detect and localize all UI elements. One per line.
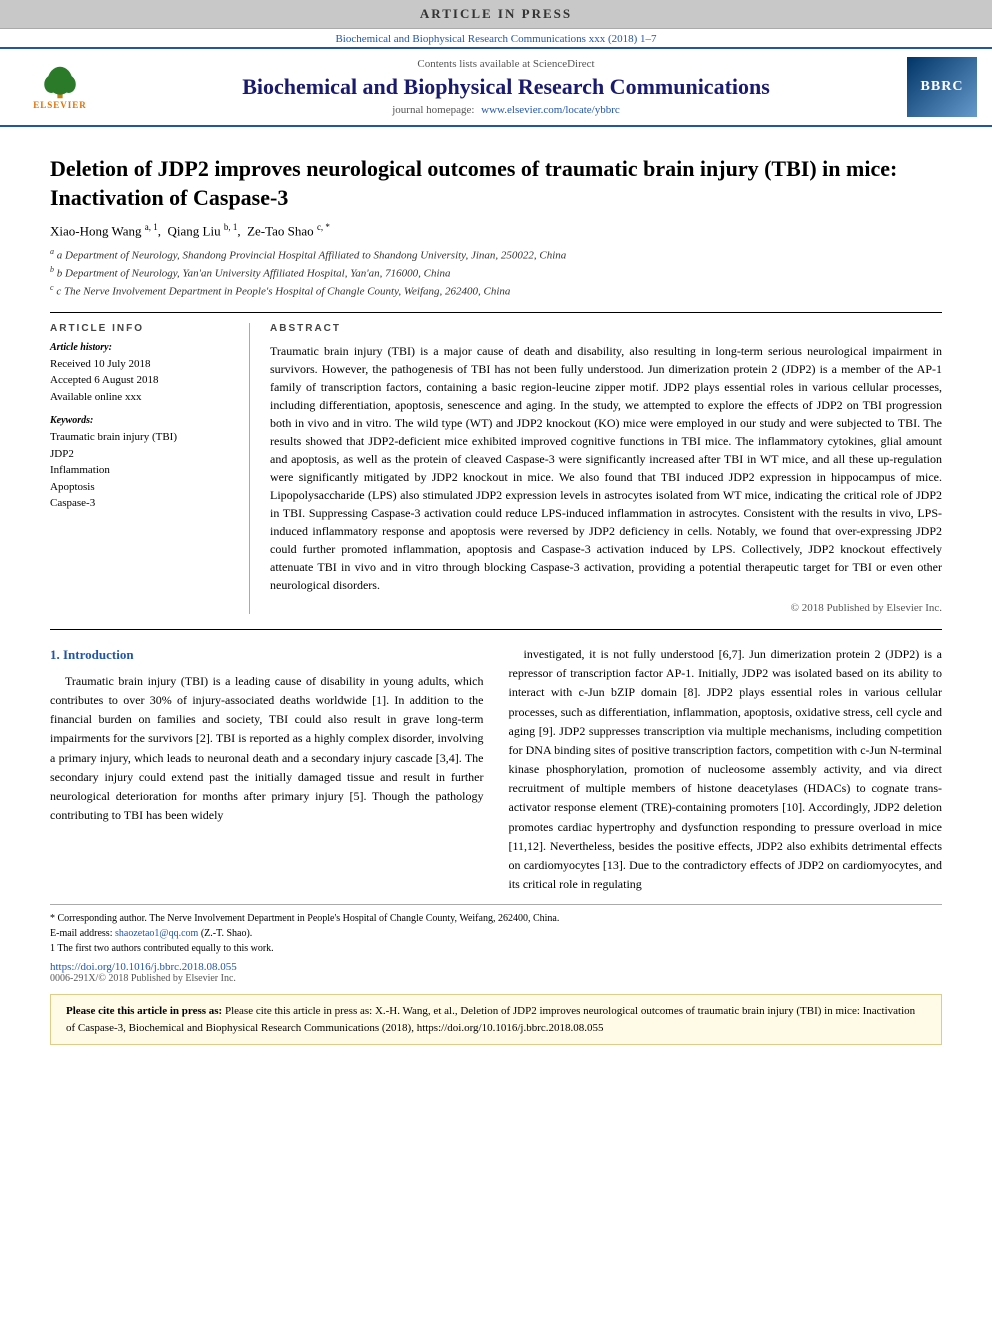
body-right-column: investigated, it is not fully understood… bbox=[509, 645, 943, 894]
doi-line[interactable]: https://doi.org/10.1016/j.bbrc.2018.08.0… bbox=[50, 961, 942, 973]
header-left: ELSEVIER bbox=[10, 57, 110, 117]
history-title: Article history: bbox=[50, 342, 234, 353]
author-1: Xiao-Hong Wang bbox=[50, 224, 142, 239]
affiliations: a a Department of Neurology, Shandong Pr… bbox=[50, 246, 942, 300]
copyright-line: © 2018 Published by Elsevier Inc. bbox=[270, 602, 942, 614]
citation-please-cite: Please cite this article in press as: bbox=[66, 1005, 222, 1017]
author-3: Ze-Tao Shao bbox=[247, 224, 314, 239]
affiliation-b: b b Department of Neurology, Yan'an Univ… bbox=[50, 264, 942, 282]
history-received: Received 10 July 2018 bbox=[50, 356, 234, 373]
footnote-equal: 1 The first two authors contributed equa… bbox=[50, 941, 942, 956]
article-keywords: Keywords: Traumatic brain injury (TBI) J… bbox=[50, 415, 234, 512]
footnote-corresponding: * Corresponding author. The Nerve Involv… bbox=[50, 911, 942, 926]
history-accepted: Accepted 6 August 2018 bbox=[50, 372, 234, 389]
keyword-3: Inflammation bbox=[50, 462, 234, 479]
elsevier-label: ELSEVIER bbox=[33, 100, 87, 110]
elsevier-tree-icon bbox=[35, 65, 85, 100]
email-link[interactable]: shaozetao1@qq.com bbox=[115, 928, 198, 939]
intro-heading: 1. Introduction bbox=[50, 645, 484, 666]
journal-ref-line: Biochemical and Biophysical Research Com… bbox=[0, 29, 992, 49]
authors-line: Xiao-Hong Wang a, 1, Qiang Liu b, 1, Ze-… bbox=[50, 222, 942, 239]
main-content: Deletion of JDP2 improves neurological o… bbox=[0, 127, 992, 1055]
footnotes-area: * Corresponding author. The Nerve Involv… bbox=[50, 904, 942, 956]
issn-line: 0006-291X/© 2018 Published by Elsevier I… bbox=[50, 973, 942, 984]
section-divider bbox=[50, 629, 942, 630]
author-3-sup: c, * bbox=[317, 222, 330, 232]
keyword-2: JDP2 bbox=[50, 446, 234, 463]
elsevier-logo: ELSEVIER bbox=[20, 62, 100, 112]
footnote-email: E-mail address: shaozetao1@qq.com (Z.-T.… bbox=[50, 926, 942, 941]
intro-right-text: investigated, it is not fully understood… bbox=[509, 645, 943, 894]
header-right: BBRC bbox=[902, 57, 982, 117]
history-available: Available online xxx bbox=[50, 389, 234, 406]
keyword-5: Caspase-3 bbox=[50, 495, 234, 512]
author-2: Qiang Liu bbox=[168, 224, 221, 239]
bbrc-logo: BBRC bbox=[907, 57, 977, 117]
homepage-url[interactable]: www.elsevier.com/locate/ybbrc bbox=[481, 104, 620, 116]
sciencedirect-label: Contents lists available at ScienceDirec… bbox=[417, 58, 594, 70]
article-in-press-banner: ARTICLE IN PRESS bbox=[0, 0, 992, 29]
citation-footer: Please cite this article in press as: Pl… bbox=[50, 994, 942, 1045]
intro-left-text: Traumatic brain injury (TBI) is a leadin… bbox=[50, 672, 484, 826]
affiliation-a: a a Department of Neurology, Shandong Pr… bbox=[50, 246, 942, 264]
article-info-column: ARTICLE INFO Article history: Received 1… bbox=[50, 323, 250, 614]
affiliation-c: c c The Nerve Involvement Department in … bbox=[50, 282, 942, 300]
header-center: Contents lists available at ScienceDirec… bbox=[110, 57, 902, 117]
author-2-sup: b, 1 bbox=[224, 222, 238, 232]
article-title: Deletion of JDP2 improves neurological o… bbox=[50, 155, 942, 212]
article-history: Article history: Received 10 July 2018 A… bbox=[50, 342, 234, 406]
homepage-line: journal homepage: www.elsevier.com/locat… bbox=[392, 104, 620, 116]
sciencedirect-line: Contents lists available at ScienceDirec… bbox=[417, 58, 594, 70]
keyword-1: Traumatic brain injury (TBI) bbox=[50, 429, 234, 446]
keyword-4: Apoptosis bbox=[50, 479, 234, 496]
email-label: E-mail address: bbox=[50, 928, 112, 939]
journal-header: ELSEVIER Contents lists available at Sci… bbox=[0, 49, 992, 127]
body-left-column: 1. Introduction Traumatic brain injury (… bbox=[50, 645, 484, 894]
keywords-title: Keywords: bbox=[50, 415, 234, 426]
author-1-sup: a, 1 bbox=[145, 222, 158, 232]
email-name: (Z.-T. Shao). bbox=[201, 928, 252, 939]
article-info-abstract-section: ARTICLE INFO Article history: Received 1… bbox=[50, 312, 942, 614]
journal-title: Biochemical and Biophysical Research Com… bbox=[242, 74, 770, 100]
homepage-label: journal homepage: bbox=[392, 104, 474, 116]
body-section: 1. Introduction Traumatic brain injury (… bbox=[50, 645, 942, 894]
abstract-column: ABSTRACT Traumatic brain injury (TBI) is… bbox=[270, 323, 942, 614]
article-info-heading: ARTICLE INFO bbox=[50, 323, 234, 334]
abstract-text: Traumatic brain injury (TBI) is a major … bbox=[270, 342, 942, 594]
abstract-heading: ABSTRACT bbox=[270, 323, 942, 334]
